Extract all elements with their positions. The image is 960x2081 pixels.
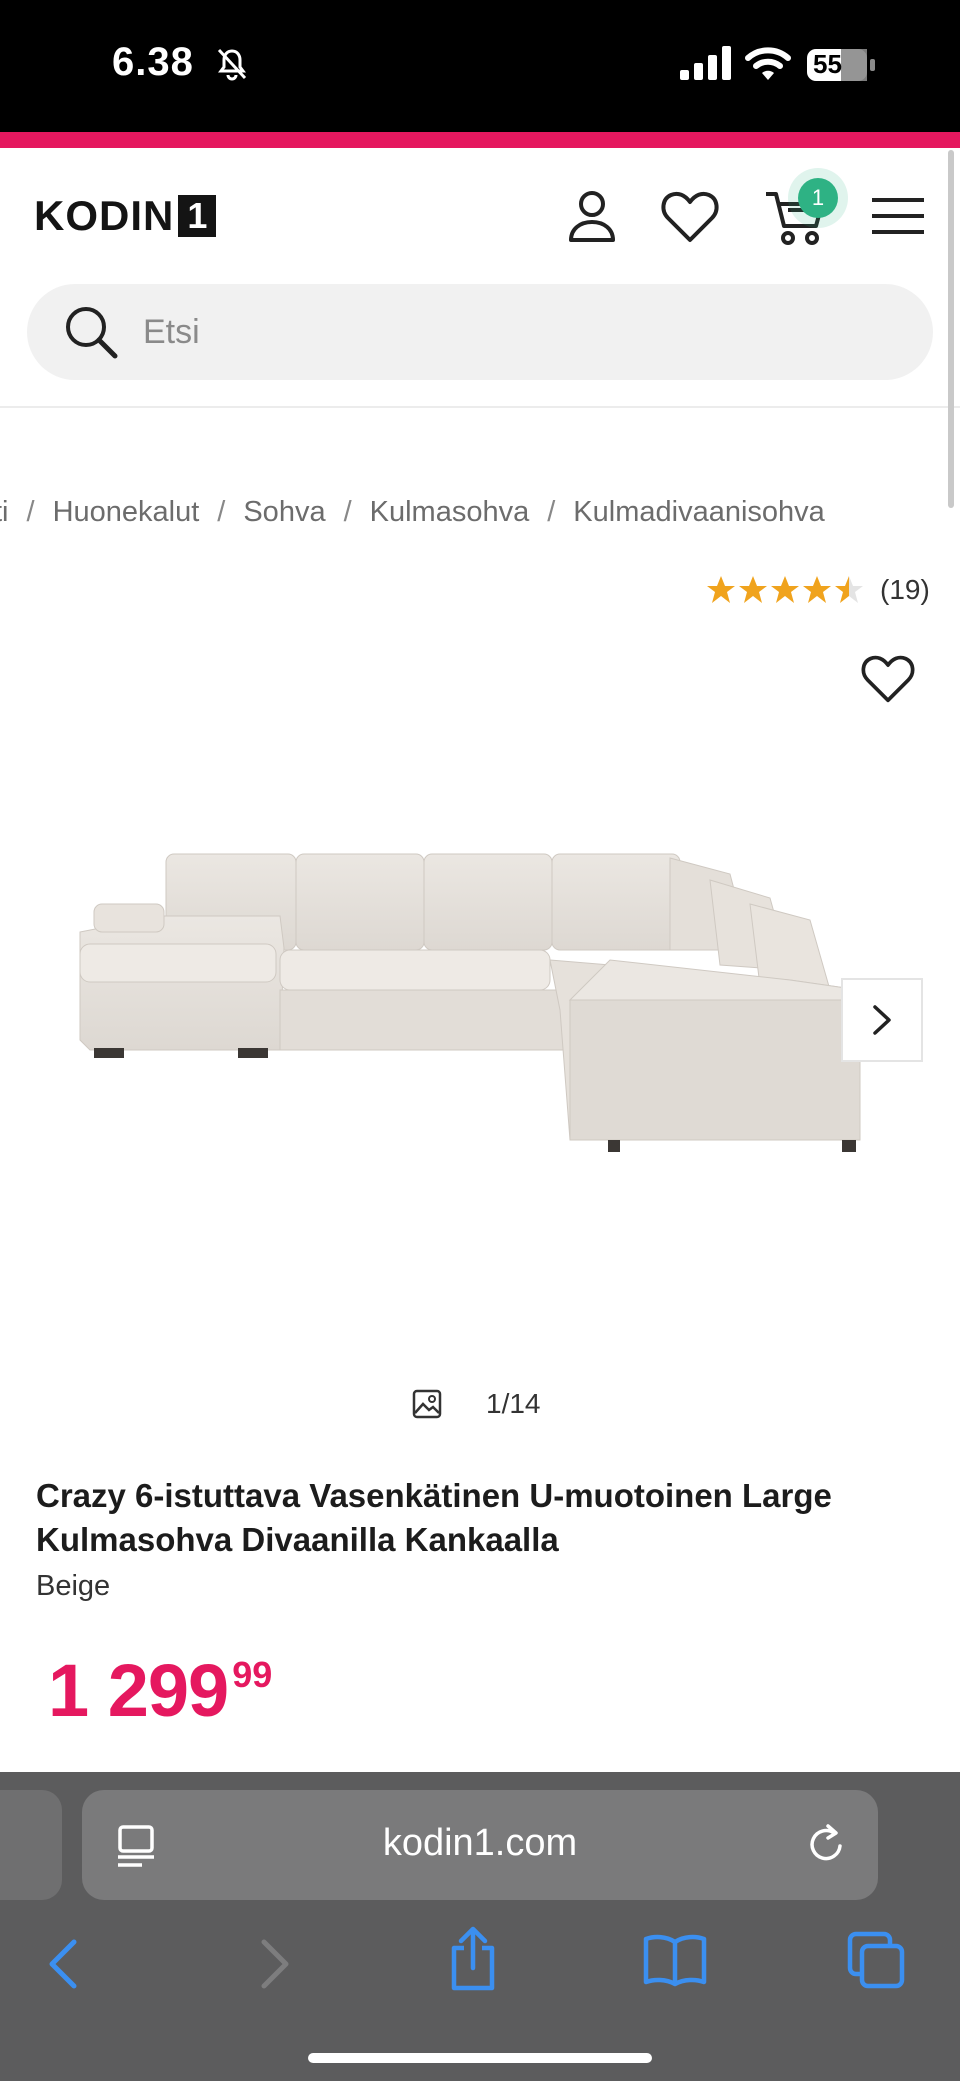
- share-icon[interactable]: [446, 1926, 500, 1992]
- bookmarks-book-icon[interactable]: [642, 1932, 708, 1988]
- silent-bell-icon: [217, 48, 247, 81]
- accent-bar: [0, 132, 960, 148]
- account-icon[interactable]: [566, 188, 618, 244]
- browser-chrome: kodin1.com: [0, 1772, 960, 2081]
- cart-count-badge: 1: [798, 178, 838, 218]
- price-main: 1 299: [48, 1649, 229, 1732]
- battery-indicator: 55: [806, 48, 876, 82]
- product-title: Crazy 6-istuttava Vasenkätinen U-muotoin…: [36, 1477, 832, 1558]
- url-text: kodin1.com: [382, 1822, 578, 1864]
- search-icon: [66, 307, 118, 359]
- page: { "status_bar": { "time": "6.38", "batte…: [0, 0, 960, 2081]
- tabs-overview-icon[interactable]: [846, 1930, 908, 1990]
- reload-icon[interactable]: [806, 1822, 848, 1866]
- previous-tab-stub[interactable]: [0, 1790, 62, 1900]
- star-icon: [707, 576, 735, 603]
- star-icon: [771, 576, 799, 603]
- home-indicator: [308, 2053, 652, 2063]
- review-count: (19): [880, 574, 930, 605]
- breadcrumb-separator: /: [217, 496, 226, 528]
- wishlist-heart-icon[interactable]: [660, 190, 720, 244]
- logo-word: KODIN: [34, 192, 175, 239]
- scroll-indicator: [948, 150, 954, 508]
- address-bar[interactable]: kodin1.com: [82, 1790, 878, 1900]
- logo-number: 1: [178, 195, 217, 237]
- product-variant: Beige: [36, 1570, 111, 1602]
- breadcrumb-separator: /: [343, 496, 352, 528]
- breadcrumb-item[interactable]: ti: [0, 496, 9, 528]
- image-gallery-icon: [412, 1389, 442, 1419]
- star-icon: [835, 576, 863, 603]
- site-header: KODIN 1 1: [0, 148, 960, 408]
- kodin1-logo[interactable]: KODIN 1: [34, 192, 217, 240]
- breadcrumb-item-sohva[interactable]: Sohva: [243, 496, 325, 528]
- menu-hamburger-icon[interactable]: [870, 196, 926, 236]
- wifi-icon: [745, 47, 791, 80]
- gallery-counter: 1/14: [412, 1388, 541, 1420]
- star-icon: [803, 576, 831, 603]
- battery-level: 55: [813, 49, 842, 79]
- product-price: 1 299 99: [48, 1648, 272, 1733]
- breadcrumb-item-huonekalut[interactable]: Huonekalut: [53, 496, 200, 528]
- rating-stars: [706, 575, 864, 605]
- breadcrumb-separator: /: [547, 496, 556, 528]
- search-input[interactable]: [143, 304, 843, 360]
- gallery-next-button[interactable]: [841, 978, 923, 1062]
- breadcrumb-item-kulmadivaanisohva[interactable]: Kulmadivaanisohva: [573, 496, 824, 528]
- price-cents: 99: [232, 1654, 273, 1695]
- star-icon: [739, 576, 767, 603]
- back-icon[interactable]: [44, 1936, 84, 1992]
- search-bar[interactable]: [27, 284, 933, 380]
- status-time: 6.38: [112, 40, 194, 84]
- breadcrumb: ti / Huonekalut / Sohva / Kulmasohva / Kulmadiva…: [0, 496, 825, 529]
- forward-icon[interactable]: [254, 1936, 294, 1992]
- breadcrumb-separator: /: [26, 496, 35, 528]
- status-bar: 6.38 55: [0, 0, 960, 132]
- cellular-signal-icon: [680, 46, 731, 80]
- browser-toolbar: [0, 1922, 960, 2012]
- chevron-right-icon: [873, 1005, 891, 1035]
- gallery-counter-text: 1/14: [486, 1388, 541, 1419]
- breadcrumb-item-kulmasohva[interactable]: Kulmasohva: [370, 496, 530, 528]
- product-rating[interactable]: (19): [706, 574, 930, 606]
- add-to-wishlist-heart-icon[interactable]: [860, 654, 916, 704]
- product-image-sofa[interactable]: [70, 840, 890, 1200]
